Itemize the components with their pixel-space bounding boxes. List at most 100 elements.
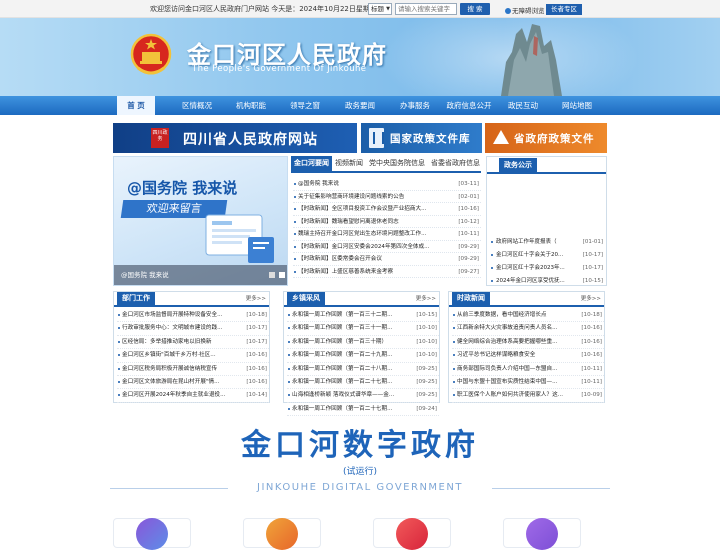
news-list: @国务院 我来说 [03-11] 关于征集影响营商环境建设问题线索的公告 [02-0…	[293, 178, 481, 278]
nav-services[interactable]: 办事服务	[390, 96, 440, 115]
list-item[interactable]: 习近平总书记这样谋略粮食安全 [10-16]	[452, 349, 604, 363]
accessibility-icon	[505, 8, 511, 14]
list-item[interactable]: 从前三季度数据，看中国经济增长点 [10-18]	[452, 309, 604, 323]
nav-leaders[interactable]: 领导之窗	[280, 96, 330, 115]
notice-title[interactable]: 政务公示	[499, 158, 537, 173]
app-icon-4[interactable]	[526, 518, 558, 550]
list-item[interactable]: 永和镇一周工作回顾（第一百二十七期... [09-24]	[287, 403, 439, 417]
elder-zone-link[interactable]: 长者专区	[546, 4, 582, 15]
list-item[interactable]: 永和镇一周工作回顾（第一百三十二期... [10-15]	[287, 309, 439, 323]
list-item[interactable]: 关于征集影响营商环境建设问题线索的公告 [02-01]	[293, 191, 481, 203]
accessibility-link[interactable]: 无障碍浏览	[505, 5, 545, 15]
nav-interaction[interactable]: 政民互动	[498, 96, 548, 115]
list-item[interactable]: 2024年金口河区享受优抚... [10-15]	[490, 275, 605, 288]
list-item[interactable]: 区经信局：多举措推动家电以旧换新 [10-17]	[117, 336, 269, 350]
list-item[interactable]: 永和镇一周工作回顾（第一百二十八期... [09-25]	[287, 363, 439, 376]
list-item[interactable]: 山海相逢桥新颖 落戏仪式谱华章——金... [09-25]	[287, 389, 439, 403]
list-item[interactable]: 金口河区文体旅游局在昆山村开展"情... [10-16]	[117, 376, 269, 390]
list-item[interactable]: 永和镇一周工作回顾（第一百二十九期... [10-10]	[287, 349, 439, 363]
landmark-rock-image	[501, 24, 562, 96]
digital-gov-english: JINKOUHE DIGITAL GOVERNMENT	[257, 482, 463, 493]
politics-news-panel: 时政新闻 更多>> 从前三季度数据，看中国经济增长点 [10-18] 江西新余特大…	[448, 291, 605, 403]
list-item[interactable]: 行政审批服务中心：文明城市建设的践... [10-17]	[117, 322, 269, 336]
nav-news[interactable]: 政务要闻	[335, 96, 385, 115]
site-subtitle: The People's Government Of Jinkouhe	[192, 64, 367, 74]
list-item[interactable]: 【时政新闻】魏瑞看望慰问离退休老同志 [10-12]	[293, 216, 481, 228]
sichuan-gov-link[interactable]: 四川政务 四川省人民政府网站	[113, 123, 357, 153]
feature-slideshow[interactable]: @国务院 我来说 欢迎来留言 @国务院 我来说	[113, 156, 288, 286]
main-nav: 首 页 区情概况 机构职能 领导之窗 政务要闻 办事服务 政府信息公开 政民互动…	[0, 96, 720, 115]
chevron-down-icon: ▼	[386, 6, 390, 12]
more-link[interactable]: 更多>>	[416, 294, 436, 302]
search-scope-select[interactable]: 标题 ▼	[368, 3, 392, 15]
list-item[interactable]: 【时政新闻】上盛区慈善系统来金考察 [09-27]	[293, 266, 481, 278]
tab-local-news[interactable]: 金口河要闻	[291, 156, 332, 171]
tab-video-news[interactable]: 视频新闻	[335, 156, 363, 171]
app-icon-2[interactable]	[266, 518, 298, 550]
list-item[interactable]: 中国与东盟十国宣布实质性结束中国—... [10-11]	[452, 376, 604, 390]
list-item[interactable]: 商务部国际司负责人介绍中国—东盟自... [10-11]	[452, 363, 604, 376]
slide-dot-1[interactable]	[269, 272, 275, 278]
panel-title[interactable]: 乡镇采风	[287, 292, 325, 305]
list-item[interactable]: 金口河区红十字会关于20... [10-17]	[490, 249, 605, 262]
tab-provincial-news[interactable]: 省委省政府信息	[431, 156, 480, 171]
national-policy-link[interactable]: 国家政策文件库	[361, 123, 482, 153]
nav-home[interactable]: 首 页	[117, 96, 155, 115]
national-policy-label: 国家政策文件库	[390, 133, 471, 145]
header-banner: 金口河区人民政府 The People's Government Of Jink…	[0, 18, 720, 96]
news-tabs: 金口河要闻 视频新闻 党中央国务院信息 省委省政府信息	[291, 156, 481, 173]
list-item[interactable]: 金口河区市场监督局开展特种设备安全... [10-18]	[117, 309, 269, 323]
panel-list: 从前三季度数据，看中国经济增长点 [10-18] 江西新余特大火灾事故追责问责人员…	[452, 309, 604, 403]
national-emblem-icon[interactable]	[130, 32, 172, 80]
panel-title[interactable]: 时政新闻	[452, 292, 490, 305]
list-item[interactable]: 职工医保个人账户如何共济使用家人？这... [10-09]	[452, 389, 604, 403]
provincial-policy-link[interactable]: 省政府政策文件	[485, 123, 607, 153]
list-item[interactable]: 永和镇一周工作回顾（第一百三十期） [10-10]	[287, 336, 439, 350]
divider-right	[492, 488, 610, 489]
nav-institutions[interactable]: 机构职能	[226, 96, 276, 115]
department-work-panel: 部门工作 更多>> 金口河区市场监督局开展特种设备安全... [10-18] 行政…	[113, 291, 270, 403]
list-item[interactable]: 政府网站工作年度报表（ [01-01]	[490, 236, 605, 249]
panel-title[interactable]: 部门工作	[117, 292, 155, 305]
list-item[interactable]: 【时政新闻】区委常委会召开会议 [09-29]	[293, 253, 481, 266]
tab-central-news[interactable]: 党中央国务院信息	[369, 156, 425, 171]
search-input[interactable]	[395, 3, 457, 15]
panel-header: 乡镇采风 更多>>	[284, 292, 439, 307]
panel-list: 永和镇一周工作回顾（第一百三十二期... [10-15] 永和镇一周工作回顾（第一…	[287, 309, 439, 417]
app-icon-3[interactable]	[396, 518, 428, 550]
notice-list: 政府网站工作年度报表（ [01-01] 金口河区红十字会关于20... [10-17…	[490, 236, 605, 288]
list-item[interactable]: 健全网络综合治理体系高要把握哪些重... [10-16]	[452, 336, 604, 350]
list-item[interactable]: @国务院 我来说 [03-11]	[293, 178, 481, 191]
slide-dot-2[interactable]	[279, 272, 285, 278]
nav-region-overview[interactable]: 区情概况	[172, 96, 222, 115]
list-item[interactable]: 永和镇一周工作回顾（第一百三十一期... [10-10]	[287, 322, 439, 336]
list-item[interactable]: 魏瑞主持召开金口河区党出生态环境问题整改工作... [10-11]	[293, 228, 481, 241]
search-scope-value: 标题	[371, 5, 384, 13]
panel-header: 部门工作 更多>>	[114, 292, 269, 307]
list-item[interactable]: 金口河区税务局积极开展诚信纳税宣传 [10-16]	[117, 363, 269, 376]
notice-header: 政务公示	[487, 157, 606, 174]
nav-info-disclosure[interactable]: 政府信息公开	[443, 96, 495, 115]
list-item[interactable]: 金口河区红十字会2023年... [10-17]	[490, 262, 605, 275]
list-item[interactable]: 【时政新闻】全区项目投资工作会议暨产业招商大... [10-16]	[293, 203, 481, 216]
slide-headline: @国务院 我来说	[127, 179, 238, 197]
digital-gov-title: 金口河数字政府	[241, 428, 479, 463]
list-item[interactable]: 金口河区乡镇街"百城千乡万村·社区... [10-16]	[117, 349, 269, 363]
list-item[interactable]: 江西新余特大火灾事故追责问责人员名... [10-16]	[452, 322, 604, 336]
more-link[interactable]: 更多>>	[246, 294, 266, 302]
triangle-icon	[493, 130, 509, 144]
list-item[interactable]: 永和镇一周工作回顾（第一百二十七期... [09-25]	[287, 376, 439, 390]
sichuan-seal-icon: 四川政务	[151, 128, 169, 148]
top-bar: 欢迎您访问金口河区人民政府门户网站 今天是：2024年10月22日星期二 标题 ▼…	[0, 0, 720, 18]
search-button[interactable]: 搜 索	[460, 3, 490, 15]
list-item[interactable]: 金口河区开展2024年秋季自主就业退役... [10-14]	[117, 389, 269, 403]
more-link[interactable]: 更多>>	[581, 294, 601, 302]
panel-header: 时政新闻 更多>>	[449, 292, 604, 307]
slide-caption: @国务院 我来说	[114, 265, 287, 285]
sichuan-gov-label: 四川省人民政府网站	[183, 132, 318, 148]
app-icon-1[interactable]	[136, 518, 168, 550]
accessibility-label: 无障碍浏览	[512, 7, 545, 15]
list-item[interactable]: 【时政新闻】金口河区安委会2024年第四次全体成... [09-29]	[293, 241, 481, 253]
news-panel: 金口河要闻 视频新闻 党中央国务院信息 省委省政府信息 @国务院 我来说 [03-…	[291, 156, 481, 286]
nav-sitemap[interactable]: 网站地图	[552, 96, 602, 115]
